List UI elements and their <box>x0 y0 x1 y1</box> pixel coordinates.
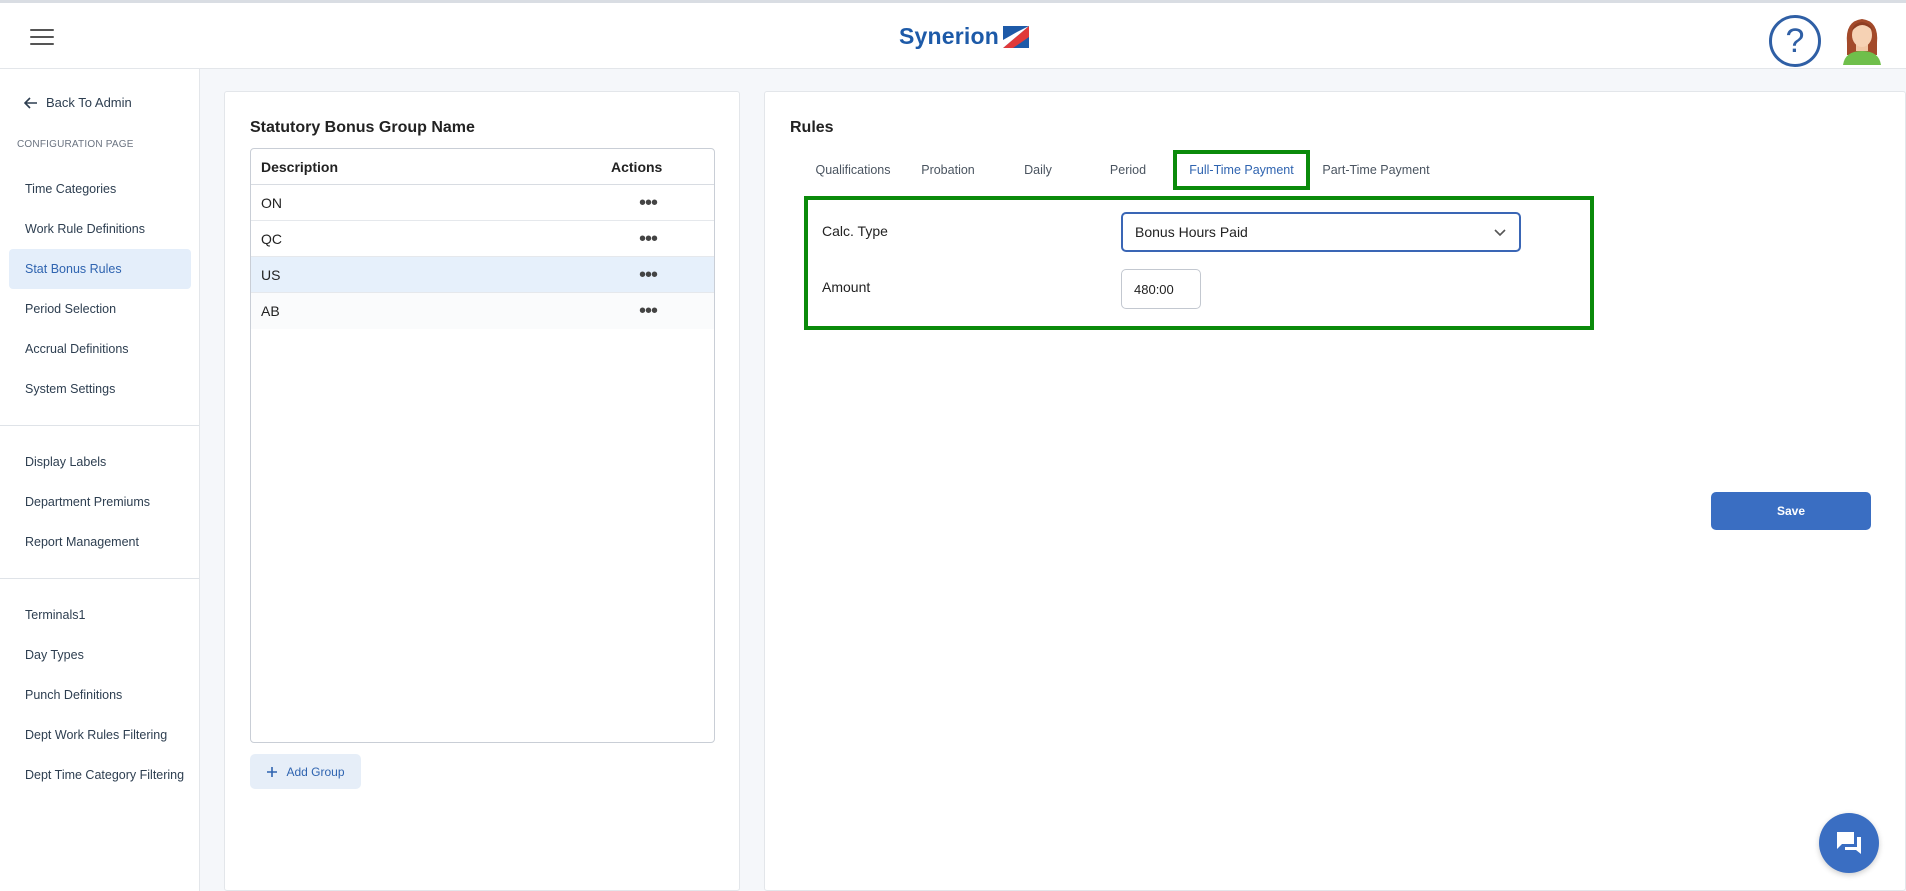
add-group-label: Add Group <box>286 764 345 779</box>
logo-text: Synerion <box>899 23 1000 49</box>
more-actions-icon[interactable]: ••• <box>639 229 679 249</box>
avatar-icon <box>1843 19 1881 65</box>
calc-type-label: Calc. Type <box>822 223 888 239</box>
chat-icon <box>1837 832 1861 854</box>
sidebar-divider <box>0 425 199 426</box>
amount-input[interactable]: 480:00 <box>1121 269 1201 309</box>
help-button[interactable]: ? <box>1769 15 1821 67</box>
amount-label: Amount <box>822 279 871 295</box>
sidebar-item-dept-time-category-filtering[interactable]: Dept Time Category Filtering <box>9 755 191 795</box>
user-avatar[interactable] <box>1841 13 1883 65</box>
sidebar-item-dept-work-rules-filtering[interactable]: Dept Work Rules Filtering <box>9 715 191 755</box>
tab-probation[interactable]: Probation <box>903 150 993 190</box>
column-header-description: Description <box>261 158 339 175</box>
sidebar-item-punch-definitions[interactable]: Punch Definitions <box>9 675 191 715</box>
arrow-left-icon <box>24 96 37 109</box>
sidebar-item-department-premiums[interactable]: Department Premiums <box>9 482 191 522</box>
plus-icon <box>267 766 278 777</box>
sidebar-item-accrual-definitions[interactable]: Accrual Definitions <box>9 329 191 369</box>
chevron-down-icon <box>1494 229 1506 237</box>
row-description: US <box>261 266 281 283</box>
sidebar-item-work-rule-definitions[interactable]: Work Rule Definitions <box>9 209 191 249</box>
logo-flag-icon <box>1003 25 1030 48</box>
table-row[interactable]: ON ••• <box>251 185 714 221</box>
synerion-logo: Synerion <box>899 23 1030 50</box>
row-description: AB <box>261 303 280 319</box>
table-row[interactable]: US ••• <box>251 257 714 293</box>
back-to-admin-label: Back To Admin <box>46 95 132 110</box>
sidebar-item-system-settings[interactable]: System Settings <box>9 369 191 409</box>
back-to-admin-link[interactable]: Back To Admin <box>24 95 132 110</box>
groups-panel: Statutory Bonus Group Name Description A… <box>224 91 740 891</box>
tab-period[interactable]: Period <box>1083 150 1173 190</box>
groups-panel-title: Statutory Bonus Group Name <box>250 119 475 136</box>
row-description: ON <box>261 194 282 211</box>
table-row[interactable]: AB ••• <box>251 293 714 329</box>
rules-tabs: Qualifications Probation Daily Period Fu… <box>803 150 1442 190</box>
sidebar-item-terminals1[interactable]: Terminals1 <box>9 595 191 635</box>
help-icon: ? <box>1785 21 1805 60</box>
row-description: QC <box>261 230 282 247</box>
rules-panel-title: Rules <box>790 119 834 136</box>
sidebar-item-report-management[interactable]: Report Management <box>9 522 191 562</box>
sidebar-item-day-types[interactable]: Day Types <box>9 635 191 675</box>
sidebar-item-stat-bonus-rules[interactable]: Stat Bonus Rules <box>9 249 191 289</box>
top-bar: Synerion ? <box>0 0 1906 69</box>
tab-daily[interactable]: Daily <box>993 150 1083 190</box>
save-button[interactable]: Save <box>1711 492 1871 530</box>
sidebar-item-display-labels[interactable]: Display Labels <box>9 442 191 482</box>
sidebar-item-period-selection[interactable]: Period Selection <box>9 289 191 329</box>
tab-qualifications[interactable]: Qualifications <box>803 150 903 190</box>
chat-button[interactable] <box>1819 813 1879 873</box>
add-group-button[interactable]: Add Group <box>250 754 361 789</box>
rules-panel: Rules Qualifications Probation Daily Per… <box>764 91 1906 891</box>
more-actions-icon[interactable]: ••• <box>639 301 679 321</box>
calc-type-value: Bonus Hours Paid <box>1135 224 1248 240</box>
table-header: Description Actions <box>251 149 714 185</box>
hamburger-menu-icon[interactable] <box>30 29 54 47</box>
sidebar-item-time-categories[interactable]: Time Categories <box>9 169 191 209</box>
groups-table: Description Actions ON ••• QC ••• US •••… <box>250 148 715 743</box>
column-header-actions: Actions <box>611 158 663 175</box>
sidebar-divider <box>0 578 199 579</box>
more-actions-icon[interactable]: ••• <box>639 265 679 285</box>
table-row[interactable]: QC ••• <box>251 221 714 257</box>
tab-part-time-payment[interactable]: Part-Time Payment <box>1310 150 1442 190</box>
sidebar: Back To Admin CONFIGURATION PAGE Time Ca… <box>0 69 200 891</box>
tab-full-time-payment[interactable]: Full-Time Payment <box>1173 150 1310 190</box>
configuration-page-label: CONFIGURATION PAGE <box>17 139 134 150</box>
more-actions-icon[interactable]: ••• <box>639 193 679 213</box>
calc-type-select[interactable]: Bonus Hours Paid <box>1121 212 1521 252</box>
